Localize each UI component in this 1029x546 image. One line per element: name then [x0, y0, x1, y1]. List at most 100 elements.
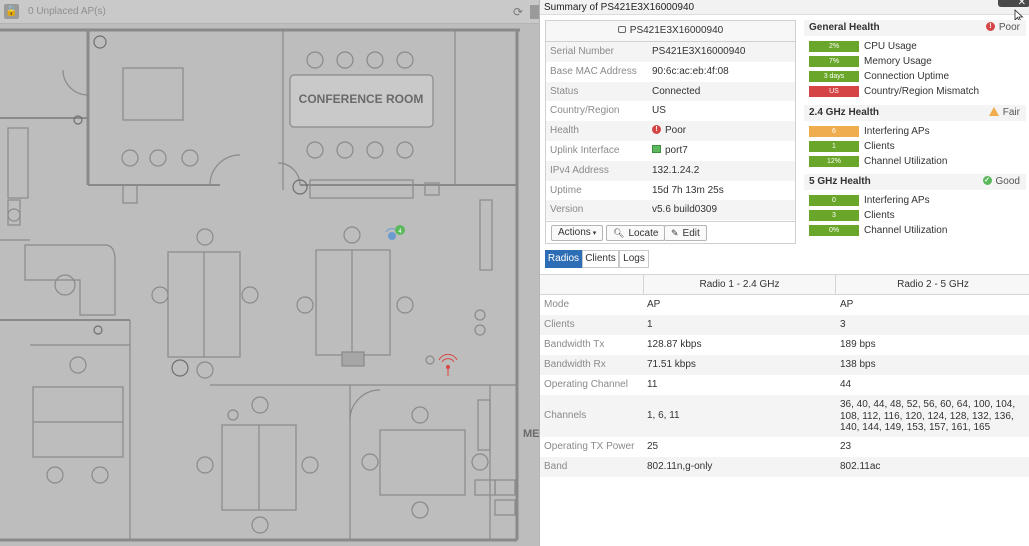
uplink-interface-value: port7: [665, 144, 688, 156]
section-title: 5 GHz Health: [809, 176, 871, 187]
status-value: Connected: [652, 85, 701, 97]
radio-2-value: 189 bps: [840, 339, 876, 350]
port-icon: [652, 145, 661, 154]
country-region-value: US: [652, 105, 666, 117]
table-row-key: Operating TX Power: [544, 441, 635, 452]
health-row-label: Channel Utilization: [864, 225, 948, 236]
ghz5-health-header: 5 GHz Health ✓ Good: [804, 174, 1026, 190]
radio-2-value: 36, 40, 44, 48, 52, 56, 60, 64, 100, 104…: [840, 399, 1016, 433]
caret-down-icon: ▾: [592, 230, 597, 237]
section-title: General Health: [809, 22, 880, 33]
table-row-key: Mode: [544, 299, 570, 310]
general-health-header: General Health ! Poor: [804, 20, 1026, 36]
pencil-icon: ✎: [671, 228, 679, 238]
uptime-value: 15d 7h 13m 25s: [652, 184, 724, 196]
table-row-key: Band: [544, 461, 568, 472]
ipv4-address-value: 132.1.24.2: [652, 164, 700, 176]
radio-1-value: 25: [647, 441, 659, 452]
health-row-label: Clients: [864, 141, 895, 152]
device-row: Serial Number PS421E3X16000940: [546, 42, 795, 62]
table-row: Operating Channel 11 44: [540, 375, 1029, 395]
table-row: Clients 1 3: [540, 315, 1029, 335]
channel-utilization-badge: 12%: [809, 156, 859, 167]
table-row: Bandwidth Rx 71.51 kbps 138 bps: [540, 355, 1029, 375]
radio-table: Radio 1 - 2.4 GHz Radio 2 - 5 GHz Mode AP…: [540, 274, 1029, 477]
table-row: Bandwidth Tx 128.87 kbps 189 bps: [540, 335, 1029, 355]
device-actions-bar: Actions ▾ 🔍︎ Locate ✎ Edit: [546, 221, 795, 244]
device-row-key: Version: [550, 204, 584, 216]
clients-badge: 3: [809, 210, 859, 221]
clients-badge: 1: [809, 141, 859, 152]
interfering-aps-badge: 6: [809, 126, 859, 137]
radio-1-value: 11: [647, 379, 658, 390]
ghz24-health-status: Fair: [1002, 107, 1020, 118]
tab-clients[interactable]: Clients: [582, 250, 619, 268]
table-row-key: Bandwidth Tx: [544, 339, 605, 350]
locate-label: Locate: [628, 228, 659, 239]
floor-map[interactable]: 🔒 0 Unplaced AP(s) ⟳ CONFERENCE ROOM ME …: [0, 0, 540, 546]
floorplan-drawing: CONFERENCE ROOM ME 4: [0, 28, 540, 542]
access-point-icon: [617, 25, 626, 33]
device-row: Status Connected: [546, 81, 795, 102]
search-icon: 🔍︎: [613, 228, 625, 238]
warning-icon: [988, 106, 999, 116]
device-info-card: PS421E3X16000940 Serial Number PS421E3X16…: [545, 20, 796, 244]
radio-1-value: 802.11n,g-only: [647, 461, 713, 472]
health-row-label: Connection Uptime: [864, 71, 950, 82]
map-toolbar: 🔒 0 Unplaced AP(s) ⟳: [0, 0, 540, 24]
radio-1-value: 128.87 kbps: [647, 339, 702, 350]
device-row: Uplink Interface port7: [546, 141, 795, 161]
health-summary: General Health ! Poor 2% CPU Usage 7% Memor…: [804, 20, 1029, 250]
device-row-key: Status: [550, 85, 579, 97]
health-row-label: Clients: [864, 210, 895, 221]
radio-2-value: 802.11ac: [840, 461, 881, 472]
column-header-radio-2: Radio 2 - 5 GHz: [897, 279, 969, 290]
edit-button[interactable]: ✎ Edit: [664, 225, 707, 241]
conference-room-label: CONFERENCE ROOM: [299, 92, 424, 106]
ap-marker-red[interactable]: [438, 353, 458, 376]
table-row: Band 802.11n,g-only 802.11ac: [540, 457, 1029, 477]
radio-1-value: 1: [647, 319, 653, 330]
refresh-icon[interactable]: ⟳: [511, 5, 525, 19]
radio-2-value: 44: [840, 379, 852, 390]
tab-radios[interactable]: Radios: [545, 250, 582, 268]
table-row-key: Operating Channel: [544, 379, 628, 390]
table-header: Radio 1 - 2.4 GHz Radio 2 - 5 GHz: [540, 274, 1029, 295]
health-row-label: Country/Region Mismatch: [864, 86, 980, 97]
device-row-key: Serial Number: [550, 46, 614, 57]
radio-2-value: 138 bps: [840, 359, 876, 370]
actions-label: Actions: [558, 227, 591, 238]
device-row: Uptime 15d 7h 13m 25s: [546, 181, 795, 201]
version-value: v5.6 build0309: [652, 204, 718, 216]
health-row-label: Memory Usage: [864, 56, 932, 67]
cpu-usage-badge: 2%: [809, 41, 859, 52]
memory-usage-badge: 7%: [809, 56, 859, 67]
mac-address-value: 90:6c:ac:eb:4f:08: [652, 65, 729, 77]
radio-2-value: 23: [840, 441, 852, 452]
health-row-label: CPU Usage: [864, 41, 917, 52]
table-row-key: Channels: [544, 410, 587, 421]
table-row: Operating TX Power 25 23: [540, 437, 1029, 457]
actions-dropdown-button[interactable]: Actions ▾: [551, 225, 604, 241]
panel-title: Summary of PS421E3X16000940: [540, 0, 1029, 15]
general-health-status: Poor: [998, 22, 1020, 33]
radio-1-value: AP: [647, 299, 661, 310]
tab-logs[interactable]: Logs: [619, 250, 649, 268]
close-button[interactable]: ✕: [998, 0, 1029, 8]
ap-marker-blue[interactable]: [385, 225, 405, 240]
radio-1-value: 1, 6, 11: [647, 410, 680, 421]
device-row-key: Uplink Interface: [550, 144, 620, 156]
device-row: Version v5.6 build0309: [546, 200, 795, 221]
device-row: Country/Region US: [546, 101, 795, 121]
health-row-label: Interfering APs: [864, 126, 930, 137]
radio-1-value: 71.51 kbps: [647, 359, 696, 370]
serial-number-value: PS421E3X16000940: [652, 46, 746, 57]
interfering-aps-badge: 0: [809, 195, 859, 206]
error-icon: !: [985, 21, 995, 31]
channel-utilization-badge: 0%: [809, 225, 859, 236]
device-row-key: Base MAC Address: [550, 65, 637, 77]
table-row-key: Clients: [544, 319, 575, 330]
lock-icon[interactable]: 🔒: [4, 4, 19, 19]
device-row: Health! Poor: [546, 121, 795, 141]
locate-button[interactable]: 🔍︎ Locate: [606, 225, 666, 241]
